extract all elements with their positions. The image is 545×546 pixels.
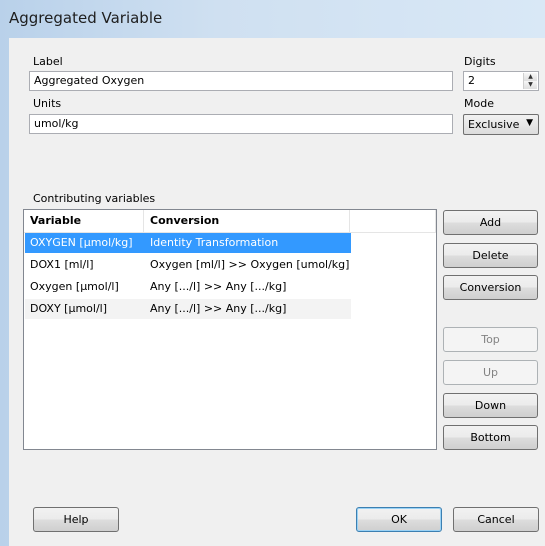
column-header-variable[interactable]: Variable: [24, 210, 144, 232]
mode-value: Exclusive: [468, 118, 520, 131]
top-button[interactable]: Top: [443, 327, 538, 352]
contributing-variables-table[interactable]: Variable Conversion OXYGEN [µmol/kg] Ide…: [23, 209, 437, 450]
contributing-caption: Contributing variables: [33, 192, 156, 205]
row-conversion: Any [.../l] >> Any [.../kg]: [150, 280, 287, 293]
add-button[interactable]: Add: [443, 210, 538, 235]
aggregated-variable-dialog: Aggregated Variable Label Aggregated Oxy…: [0, 0, 545, 546]
title-bar: Aggregated Variable: [0, 0, 545, 38]
spin-down-icon[interactable]: ▼: [524, 81, 537, 89]
row-variable: DOXY [µmol/l]: [30, 302, 108, 315]
label-input[interactable]: Aggregated Oxygen: [29, 71, 453, 91]
bottom-button[interactable]: Bottom: [443, 425, 538, 450]
window-title: Aggregated Variable: [9, 9, 163, 27]
spinner-arrows[interactable]: ▲ ▼: [523, 73, 537, 89]
delete-button[interactable]: Delete: [443, 243, 538, 268]
up-button[interactable]: Up: [443, 360, 538, 385]
mode-select[interactable]: Exclusive ▼: [463, 114, 539, 135]
chevron-down-icon: ▼: [526, 118, 533, 128]
spin-up-icon[interactable]: ▲: [524, 73, 537, 81]
column-header-conversion[interactable]: Conversion: [144, 210, 350, 232]
conversion-button[interactable]: Conversion: [443, 275, 538, 300]
column-header-empty: [350, 210, 436, 232]
row-variable: Oxygen [µmol/l]: [30, 280, 119, 293]
ok-button[interactable]: OK: [356, 507, 442, 532]
units-input[interactable]: umol/kg: [29, 114, 453, 134]
row-conversion: Oxygen [ml/l] >> Oxygen [umol/kg]: [150, 258, 350, 271]
table-header: Variable Conversion: [24, 210, 436, 233]
digits-value: 2: [468, 74, 475, 87]
row-conversion: Identity Transformation: [150, 236, 279, 249]
table-row[interactable]: OXYGEN [µmol/kg] Identity Transformation: [25, 233, 351, 253]
mode-caption: Mode: [464, 97, 494, 110]
help-button[interactable]: Help: [33, 507, 119, 532]
label-caption: Label: [33, 55, 63, 68]
row-variable: OXYGEN [µmol/kg]: [30, 236, 133, 249]
table-row[interactable]: DOX1 [ml/l] Oxygen [ml/l] >> Oxygen [umo…: [25, 255, 351, 275]
row-variable: DOX1 [ml/l]: [30, 258, 94, 271]
table-row[interactable]: DOXY [µmol/l] Any [.../l] >> Any [.../kg…: [25, 299, 351, 319]
digits-caption: Digits: [464, 55, 496, 68]
row-conversion: Any [.../l] >> Any [.../kg]: [150, 302, 287, 315]
down-button[interactable]: Down: [443, 393, 538, 418]
units-caption: Units: [33, 97, 62, 110]
table-row[interactable]: Oxygen [µmol/l] Any [.../l] >> Any [.../…: [25, 277, 351, 297]
digits-spinner[interactable]: 2 ▲ ▼: [463, 71, 539, 91]
cancel-button[interactable]: Cancel: [453, 507, 539, 532]
